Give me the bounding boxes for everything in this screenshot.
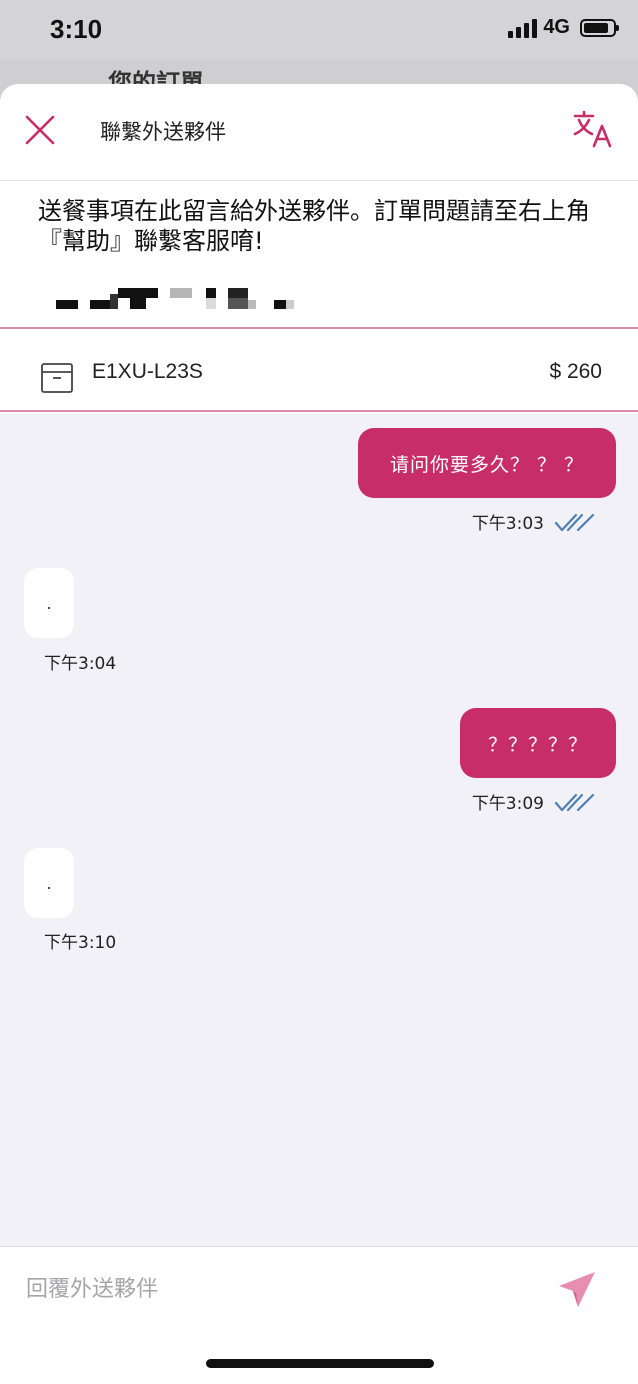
status-time: 3:10 <box>50 14 103 44</box>
send-icon[interactable] <box>556 1269 598 1311</box>
notice-divider <box>0 327 638 329</box>
notice-text: 送餐事項在此留言給外送夥伴。訂單問題請至右上角『幫助』聯繫客服唷! <box>38 197 590 255</box>
incoming-message-bubble: . <box>24 848 74 918</box>
signal-icon <box>508 18 538 38</box>
reply-bar <box>0 1246 638 1384</box>
read-double-check-icon <box>554 793 595 812</box>
home-indicator <box>206 1359 434 1368</box>
header-title: 聯繫外送夥伴 <box>100 120 226 144</box>
status-indicators: 4G <box>508 16 619 39</box>
message-time: 下午3:03 <box>471 514 544 534</box>
translate-icon[interactable] <box>572 110 614 150</box>
outgoing-message-bubble: 请问你要多久？ ？ ？ <box>358 428 616 498</box>
order-divider <box>0 410 638 412</box>
package-box-icon <box>41 363 73 393</box>
incoming-message-bubble: . <box>24 568 74 638</box>
message-time: 下午3:04 <box>44 654 117 674</box>
message-time: 下午3:10 <box>44 933 117 953</box>
order-price: $ 260 <box>549 360 602 383</box>
reply-input[interactable] <box>26 1269 526 1309</box>
message-time: 下午3:09 <box>471 794 544 814</box>
network-label: 4G <box>543 16 570 38</box>
contact-courier-sheet: 聯繫外送夥伴 送餐事項在此留言給外送夥伴。訂單問題請至右上角『幫助』聯繫客服唷! <box>0 84 638 1384</box>
chat-area[interactable]: 请问你要多久？ ？ ？ 下午3:03 . 下午3:04 ？？？？？ 下午3:09… <box>0 414 638 1246</box>
status-bar: 3:10 4G <box>0 0 638 60</box>
outgoing-message-bubble: ？？？？？ <box>460 708 616 778</box>
battery-icon <box>580 18 619 37</box>
redacted-info <box>56 288 294 309</box>
order-summary-row: E1XU-L23S $ 260 <box>0 330 638 412</box>
order-id: E1XU-L23S <box>92 360 203 383</box>
close-icon[interactable] <box>24 114 56 146</box>
read-double-check-icon <box>554 513 595 532</box>
sheet-header: 聯繫外送夥伴 <box>0 84 638 181</box>
